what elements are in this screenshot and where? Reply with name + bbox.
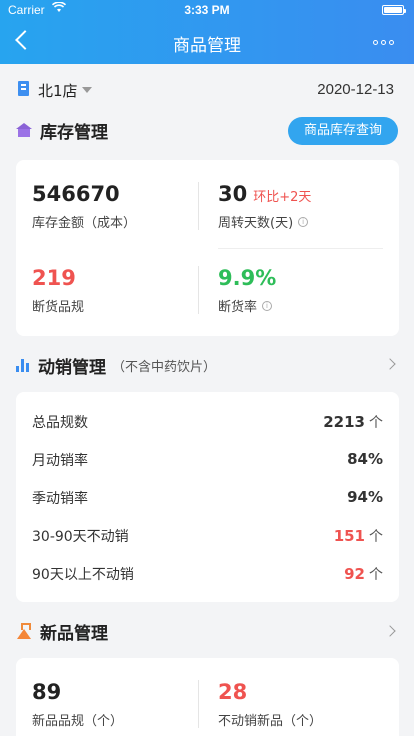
chevron-right-icon[interactable] bbox=[384, 625, 396, 637]
nav-bar: 商品管理 bbox=[0, 20, 414, 64]
report-date: 2020-12-13 bbox=[317, 81, 394, 98]
row-value: 84% bbox=[347, 450, 383, 468]
battery-icon bbox=[382, 5, 406, 15]
movement-card: 总品规数 2213 个 月动销率 84% 季动销率 94% 30-90天不动销 1… bbox=[16, 392, 399, 602]
movement-section-header[interactable]: 动销管理 （不含中药饮片） bbox=[16, 352, 216, 378]
new-products-count-value: 89 bbox=[32, 680, 62, 704]
stagnant-new-products-value: 28 bbox=[218, 680, 248, 704]
row-value: 94% bbox=[347, 488, 383, 506]
store-selector-row: 北1店 2020-12-13 bbox=[16, 78, 394, 102]
more-options-icon[interactable] bbox=[373, 40, 394, 45]
stagnant-new-products-label: 不动销新品（个） bbox=[218, 714, 323, 729]
new-products-title: 新品管理 bbox=[40, 623, 108, 644]
out-of-stock-rate-label-row: 断货率 i bbox=[218, 296, 276, 315]
new-products-card: 89 新品品规（个） 28 不动销新品（个） bbox=[16, 658, 399, 736]
new-products-count-kpi: 89 新品品规（个） bbox=[32, 680, 123, 729]
bar-chart-icon bbox=[16, 358, 30, 372]
list-item[interactable]: 90天以上不动销 92 个 bbox=[32, 562, 383, 586]
out-of-stock-rate-label: 断货率 bbox=[218, 300, 258, 315]
list-item[interactable]: 季动销率 94% bbox=[32, 486, 383, 510]
inventory-amount-label: 库存金额（成本） bbox=[32, 216, 137, 231]
turnover-days-label-row: 周转天数(天) i bbox=[218, 212, 311, 231]
flask-icon bbox=[16, 623, 32, 639]
inventory-amount-value: 546670 bbox=[32, 182, 120, 206]
out-of-stock-rate-kpi: 9.9% 断货率 i bbox=[218, 266, 276, 315]
divider bbox=[198, 266, 199, 314]
building-icon bbox=[18, 81, 29, 96]
out-of-stock-rate-value: 9.9% bbox=[218, 266, 277, 290]
row-unit: 个 bbox=[369, 415, 383, 431]
turnover-days-value-row: 30 环比+2天 bbox=[218, 182, 311, 206]
out-of-stock-label: 断货品规 bbox=[32, 300, 85, 315]
new-products-section-header[interactable]: 新品管理 bbox=[16, 618, 108, 644]
inventory-query-button[interactable]: 商品库存查询 bbox=[288, 117, 398, 145]
turnover-days-value: 30 bbox=[218, 182, 248, 206]
row-label: 季动销率 bbox=[32, 491, 88, 507]
row-unit: 个 bbox=[369, 529, 383, 545]
row-label: 30-90天不动销 bbox=[32, 529, 129, 545]
row-value: 2213 bbox=[323, 413, 365, 431]
info-icon[interactable]: i bbox=[262, 300, 273, 311]
inventory-section-header: 库存管理 bbox=[16, 117, 108, 143]
store-name[interactable]: 北1店 bbox=[38, 80, 78, 101]
info-icon[interactable]: i bbox=[298, 216, 309, 227]
row-label: 90天以上不动销 bbox=[32, 567, 134, 583]
warehouse-icon bbox=[16, 123, 32, 137]
chevron-right-icon[interactable] bbox=[384, 358, 396, 370]
page-title: 商品管理 bbox=[173, 36, 241, 56]
row-label: 月动销率 bbox=[32, 453, 88, 469]
inventory-card: 546670 库存金额（成本） 30 环比+2天 周转天数(天) i 219 断货… bbox=[16, 160, 399, 336]
turnover-ratio: 环比+2天 bbox=[253, 190, 312, 205]
row-label: 总品规数 bbox=[32, 415, 88, 431]
out-of-stock-kpi: 219 断货品规 bbox=[32, 266, 84, 315]
app-header: Carrier 3:33 PM 商品管理 bbox=[0, 0, 414, 64]
movement-title: 动销管理 bbox=[38, 357, 106, 378]
list-item[interactable]: 30-90天不动销 151 个 bbox=[32, 524, 383, 548]
row-unit: 个 bbox=[369, 567, 383, 583]
row-value: 151 bbox=[333, 527, 365, 545]
caret-down-icon[interactable] bbox=[82, 87, 92, 93]
stagnant-new-products-kpi: 28 不动销新品（个） bbox=[218, 680, 322, 729]
divider bbox=[198, 182, 199, 230]
divider bbox=[198, 680, 199, 728]
turnover-days-kpi: 30 环比+2天 周转天数(天) i bbox=[218, 182, 311, 231]
inventory-amount-kpi: 546670 库存金额（成本） bbox=[32, 182, 136, 231]
row-value: 92 bbox=[344, 565, 365, 583]
list-item[interactable]: 总品规数 2213 个 bbox=[32, 410, 383, 434]
movement-subtitle: （不含中药饮片） bbox=[112, 359, 217, 375]
turnover-days-label: 周转天数(天) bbox=[218, 216, 294, 231]
divider bbox=[218, 248, 383, 249]
status-bar: Carrier 3:33 PM bbox=[0, 0, 414, 20]
status-time: 3:33 PM bbox=[184, 3, 230, 17]
new-products-count-label: 新品品规（个） bbox=[32, 714, 124, 729]
inventory-title: 库存管理 bbox=[40, 122, 108, 143]
out-of-stock-value: 219 bbox=[32, 266, 76, 290]
list-item[interactable]: 月动销率 84% bbox=[32, 448, 383, 472]
